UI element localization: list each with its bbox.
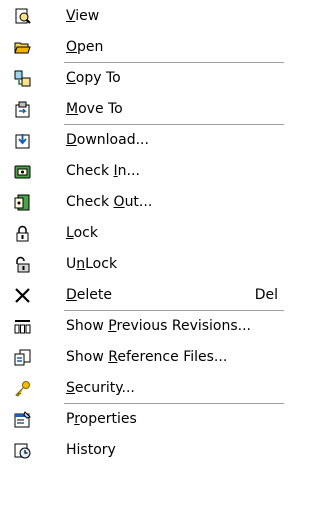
security-key-icon [14,380,31,397]
revisions-icon [14,318,31,335]
reference-files-icon [14,349,31,366]
menu-item-security[interactable]: Security... [0,373,292,404]
delete-shortcut: Del [254,287,278,303]
view-document-icon [14,8,31,25]
download-icon [14,132,31,149]
context-menu: View Open Copy To Move To Download... Ch… [0,0,292,507]
menu-item-show-previous-revisions[interactable]: Show Previous Revisions... [0,311,292,342]
menu-item-history[interactable]: History [0,435,292,466]
menu-item-download[interactable]: Download... [0,125,292,156]
menu-item-lock[interactable]: Lock [0,218,292,249]
move-to-icon [14,101,31,118]
copy-to-icon [14,70,31,87]
unlock-icon [14,256,31,273]
menu-item-view[interactable]: View [0,1,292,32]
delete-x-icon [14,287,31,304]
menu-item-properties[interactable]: Properties [0,404,292,435]
menu-item-check-in[interactable]: Check In... [0,156,292,187]
lock-icon [14,225,31,242]
menu-item-move-to[interactable]: Move To [0,94,292,125]
menu-item-open[interactable]: Open [0,32,292,63]
check-out-icon [14,194,31,211]
history-icon [14,442,31,459]
menu-item-copy-to[interactable]: Copy To [0,63,292,94]
properties-icon [14,411,31,428]
menu-item-unlock[interactable]: UnLock [0,249,292,280]
menu-item-show-reference-files[interactable]: Show Reference Files... [0,342,292,373]
check-in-icon [14,163,31,180]
menu-item-delete[interactable]: Delete Del [0,280,292,311]
menu-items: View Open Copy To Move To Download... Ch… [0,1,292,466]
menu-item-check-out[interactable]: Check Out... [0,187,292,218]
open-folder-icon [14,39,31,56]
